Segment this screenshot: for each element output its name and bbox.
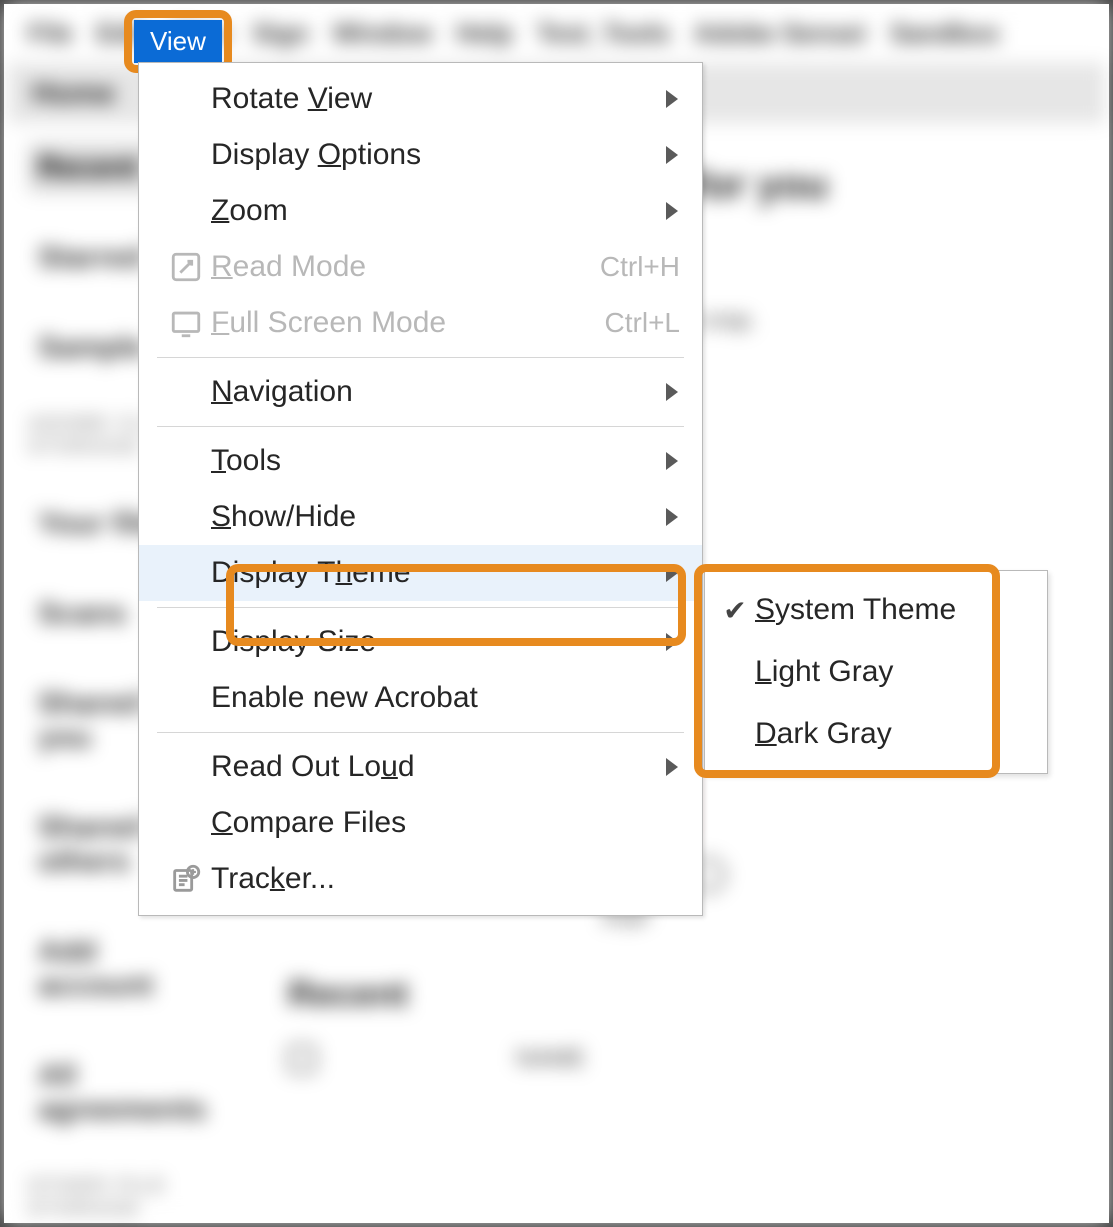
menu-item-display-theme[interactable]: Display Theme [139,545,702,601]
menu-item-zoom[interactable]: Zoom [139,183,702,239]
view-menu-button[interactable]: View [134,20,222,63]
menu-item-tracker[interactable]: Tracker... [139,851,702,907]
full-screen-icon [161,306,211,340]
menu-item-read-mode: Read Mode Ctrl+H [139,239,702,295]
shortcut-label: Ctrl+L [605,307,684,339]
menu-item-tools[interactable]: Tools [139,433,702,489]
menu-item-compare-files[interactable]: Compare Files [139,795,702,851]
menu-item-full-screen: Full Screen Mode Ctrl+L [139,295,702,351]
menu-item-show-hide[interactable]: Show/Hide [139,489,702,545]
menu-item-navigation[interactable]: Navigation [139,364,702,420]
checkmark-icon: ✔ [715,594,755,627]
menu-separator [157,732,684,733]
menu-item-enable-new-acrobat[interactable]: Enable new Acrobat [139,670,702,726]
tracker-icon [161,862,211,896]
submenu-arrow-icon [666,508,678,526]
menu-separator [157,607,684,608]
menu-label: Enable new Acrobat [211,681,684,715]
app-frame: File Edit View Sign Window Help Test_Too… [0,0,1113,1227]
submenu-arrow-icon [666,452,678,470]
submenu-arrow-icon [666,146,678,164]
menu-label: Display Size [211,625,666,659]
submenu-arrow-icon [666,758,678,776]
submenu-item-system-theme[interactable]: ✔ System Theme [705,579,1047,641]
submenu-item-light-gray[interactable]: Light Gray [705,641,1047,703]
menu-item-display-size[interactable]: Display Size [139,614,702,670]
submenu-arrow-icon [666,564,678,582]
submenu-arrow-icon [666,383,678,401]
display-theme-submenu: ✔ System Theme Light Gray Dark Gray [704,570,1048,774]
menu-separator [157,426,684,427]
menu-separator [157,357,684,358]
menu-item-read-out-loud[interactable]: Read Out Loud [139,739,702,795]
focus-layer: View Rotate View Display Options Zoom [4,4,1109,1223]
submenu-arrow-icon [666,90,678,108]
shortcut-label: Ctrl+H [600,251,684,283]
menu-item-rotate-view[interactable]: Rotate View [139,71,702,127]
submenu-arrow-icon [666,633,678,651]
menu-item-display-options[interactable]: Display Options [139,127,702,183]
submenu-item-dark-gray[interactable]: Dark Gray [705,703,1047,765]
read-mode-icon [161,250,211,284]
view-dropdown-menu: Rotate View Display Options Zoom [138,62,703,916]
submenu-arrow-icon [666,202,678,220]
